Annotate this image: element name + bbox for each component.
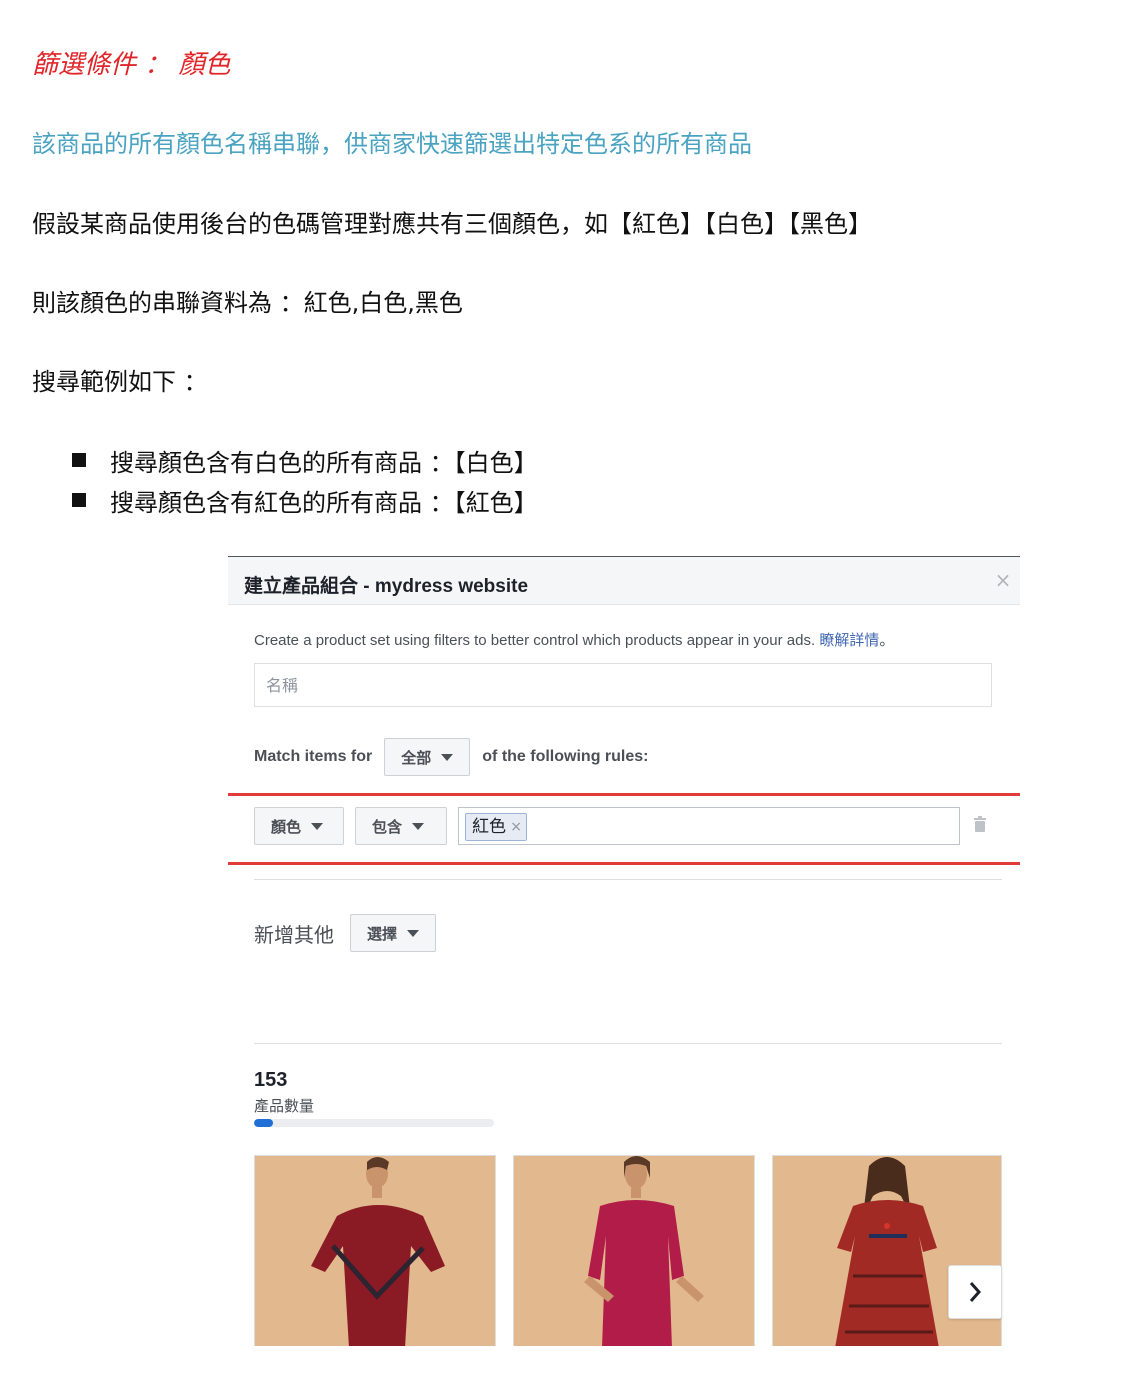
doc-paragraph-2: 則該顏色的串聯資料為 ：紅色,白色,黑色 (32, 289, 463, 317)
match-prefix: Match items for (254, 748, 373, 765)
bullet-item: 搜尋顏色含有紅色的所有商品 ：【紅色】 (72, 480, 538, 520)
product-count: 153 (254, 1069, 288, 1091)
bullet-list: 搜尋顏色含有白色的所有商品 ：【白色】 搜尋顏色含有紅色的所有商品 ：【紅色】 (72, 440, 538, 520)
match-row: Match items for 全部 of the following rule… (254, 737, 648, 777)
dialog-intro: Create a product set using filters to be… (254, 629, 894, 650)
divider (254, 879, 1002, 880)
add-rule-row: 新增其他 選擇 (254, 913, 437, 953)
remove-token-icon[interactable]: × (510, 814, 522, 840)
match-suffix: of the following rules: (482, 748, 649, 765)
create-product-set-dialog: 建立產品組合 - mydress website × Create a prod… (228, 556, 1020, 1346)
progress-fill (254, 1119, 274, 1127)
add-other-label: 新增其他 (254, 922, 334, 947)
intro-end: 。 (879, 632, 895, 649)
add-rule-select-label: 選擇 (367, 924, 398, 943)
divider (254, 1043, 1002, 1044)
doc-paragraph-1: 假設某商品使用後台的色碼管理對應共有三個顏色，如【紅色】【白色】【黑色】 (32, 210, 872, 238)
add-rule-select[interactable]: 選擇 (350, 914, 437, 952)
bullet-item: 搜尋顏色含有白色的所有商品 ：【白色】 (72, 440, 538, 480)
caret-down-icon (441, 753, 454, 761)
next-arrow-button[interactable] (948, 1265, 1002, 1319)
product-count-label: 產品數量 (254, 1097, 315, 1115)
rule-attribute-label: 顏色 (271, 817, 302, 836)
product-count-progress (254, 1119, 494, 1127)
caret-down-icon (407, 929, 420, 937)
match-scope-label: 全部 (401, 748, 432, 767)
caret-down-icon (311, 822, 324, 830)
product-thumbnail[interactable] (254, 1155, 496, 1346)
doc-heading: 篩選條件 ： 顏色 (32, 50, 231, 80)
value-token: 紅色 × (465, 813, 527, 841)
chevron-right-icon (969, 1282, 982, 1302)
value-token-label: 紅色 (472, 817, 506, 837)
intro-text: Create a product set using filters to be… (254, 632, 816, 649)
filter-rule-row: 顏色 包含 紅色 × (254, 807, 994, 845)
square-bullet-icon (72, 453, 86, 467)
dialog-title: 建立產品組合 - mydress website (244, 576, 529, 597)
doc-description: 該商品的所有顏色名稱串聯，供商家快速篩選出特定色系的所有商品 (32, 130, 752, 158)
square-bullet-icon (72, 493, 86, 507)
product-thumbnail[interactable] (513, 1155, 755, 1346)
match-scope-dropdown[interactable]: 全部 (384, 738, 471, 776)
name-input[interactable] (254, 663, 992, 707)
learn-more-link[interactable]: 瞭解詳情 (819, 632, 879, 649)
caret-down-icon (412, 822, 425, 830)
rule-operator-dropdown[interactable]: 包含 (355, 807, 447, 845)
trash-icon[interactable] (974, 816, 986, 832)
rule-operator-label: 包含 (372, 817, 403, 836)
close-icon[interactable]: × (992, 569, 1014, 591)
rule-value-field[interactable]: 紅色 × (458, 807, 960, 845)
doc-paragraph-3: 搜尋範例如下 ： (32, 368, 208, 396)
bullet-text: 搜尋顏色含有紅色的所有商品 ：【紅色】 (110, 488, 538, 517)
dialog-header: 建立產品組合 - mydress website × (228, 557, 1020, 605)
product-preview-carousel (254, 1155, 1002, 1346)
rule-attribute-dropdown[interactable]: 顏色 (254, 807, 344, 845)
bullet-text: 搜尋顏色含有白色的所有商品 ：【白色】 (110, 448, 538, 477)
